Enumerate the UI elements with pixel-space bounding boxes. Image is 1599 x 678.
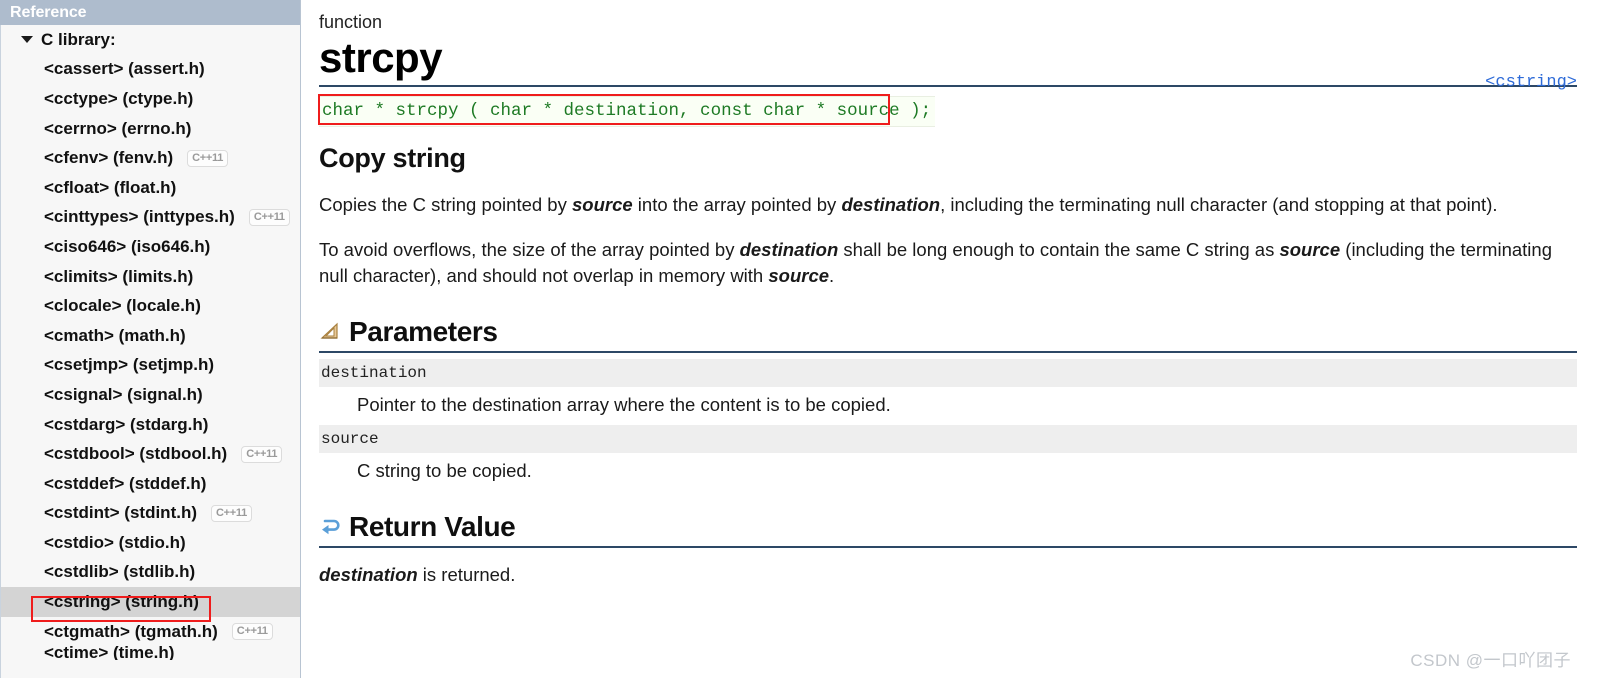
parameters-section-header: Parameters bbox=[319, 316, 1577, 353]
return-value-section-header: Return Value bbox=[319, 511, 1577, 548]
sidebar-item-csignal-signal-h[interactable]: <csignal> (signal.h) bbox=[1, 380, 300, 410]
sidebar-item-label: <cstdlib> (stdlib.h) bbox=[44, 562, 196, 582]
cpp-version-badge: C++11 bbox=[248, 208, 290, 226]
sidebar-item-clocale-locale-h[interactable]: <clocale> (locale.h) bbox=[1, 291, 300, 321]
sidebar-item-cctype-ctype-h[interactable]: <cctype> (ctype.h) bbox=[1, 84, 300, 114]
sidebar-title: Reference bbox=[0, 0, 300, 25]
sidebar-item-cerrno-errno-h[interactable]: <cerrno> (errno.h) bbox=[1, 114, 300, 144]
sidebar-item-csetjmp-setjmp-h[interactable]: <csetjmp> (setjmp.h) bbox=[1, 351, 300, 381]
p2-param-source-1: source bbox=[1279, 239, 1341, 260]
return-param-destination: destination bbox=[319, 564, 418, 585]
page-title-block: strcpy <cstring> bbox=[319, 34, 1577, 92]
sidebar-item-cstdint-stdint-h[interactable]: <cstdint> (stdint.h) C++11 bbox=[1, 499, 300, 529]
sidebar-item-label: <cassert> (assert.h) bbox=[44, 59, 205, 79]
sidebar-item-cstdio-stdio-h[interactable]: <cstdio> (stdio.h) bbox=[1, 528, 300, 558]
sidebar-item-label: <cmath> (math.h) bbox=[44, 325, 186, 345]
sidebar-item-label: C library: bbox=[41, 29, 116, 49]
sidebar-item-label: <ctgmath> (tgmath.h) bbox=[44, 621, 218, 641]
sidebar-item-cinttypes-inttypes-h[interactable]: <cinttypes> (inttypes.h) C++11 bbox=[1, 203, 300, 233]
p1-text-2: into the array pointed by bbox=[632, 194, 842, 215]
sidebar-item-label: <climits> (limits.h) bbox=[44, 266, 194, 286]
sidebar-item-cassert-assert-h[interactable]: <cassert> (assert.h) bbox=[1, 55, 300, 85]
sidebar-item-label: <cstdint> (stdint.h) bbox=[44, 503, 197, 523]
p1-param-destination: destination bbox=[841, 194, 941, 215]
sidebar-item-label: <cctype> (ctype.h) bbox=[44, 88, 194, 108]
return-arrow-icon bbox=[319, 516, 341, 538]
p1-text-3: , including the terminating null charact… bbox=[940, 194, 1498, 215]
cpp-version-badge: C++11 bbox=[187, 149, 229, 167]
sidebar-item-ctime-time-h[interactable]: <ctime> (time.h) bbox=[1, 646, 300, 660]
header-link[interactable]: <cstring> bbox=[1485, 73, 1577, 92]
sidebar-item-label: <clocale> (locale.h) bbox=[44, 296, 201, 316]
parameters-heading: Parameters bbox=[349, 316, 498, 347]
watermark: CSDN @一口吖团子 bbox=[1410, 651, 1571, 670]
triangle-down-icon[interactable] bbox=[21, 36, 33, 44]
page-title: strcpy bbox=[319, 34, 443, 81]
sidebar-item-label: <csetjmp> (setjmp.h) bbox=[44, 355, 215, 375]
ruler-triangle-icon bbox=[319, 321, 341, 343]
sidebar-item-cstring-string-h[interactable]: <cstring> (string.h) bbox=[1, 587, 300, 617]
parameter-row-destination: destination Pointer to the destination a… bbox=[319, 359, 1577, 418]
p1-text-1: Copies the C string pointed by bbox=[319, 194, 572, 215]
sidebar-item-cstdarg-stdarg-h[interactable]: <cstdarg> (stdarg.h) bbox=[1, 410, 300, 440]
function-summary-title: Copy string bbox=[319, 143, 466, 173]
sidebar-item-label: <cinttypes> (inttypes.h) bbox=[44, 207, 235, 227]
p2-param-source-2: source bbox=[768, 265, 830, 286]
sidebar-item-cstdlib-stdlib-h[interactable]: <cstdlib> (stdlib.h) bbox=[1, 558, 300, 588]
sidebar-item-ciso646-iso646-h[interactable]: <ciso646> (iso646.h) bbox=[1, 232, 300, 262]
sidebar-item-label: <csignal> (signal.h) bbox=[44, 384, 203, 404]
return-text-rest: is returned. bbox=[417, 564, 516, 585]
signature-block: char * strcpy ( char * destination, cons… bbox=[318, 94, 1577, 127]
sidebar-item-c-library[interactable]: C library: bbox=[1, 25, 300, 55]
sidebar-item-label: <cfenv> (fenv.h) bbox=[44, 148, 174, 168]
sidebar-item-label: <cstddef> (stddef.h) bbox=[44, 473, 207, 493]
p2-param-destination: destination bbox=[739, 239, 839, 260]
parameter-description: Pointer to the destination array where t… bbox=[357, 394, 891, 415]
sidebar-item-cmath-math-h[interactable]: <cmath> (math.h) bbox=[1, 321, 300, 351]
sidebar-nav-list: C library: <cassert> (assert.h) <cctype> (… bbox=[0, 25, 300, 678]
parameter-name: source bbox=[319, 425, 1577, 453]
description-paragraph-1: Copies the C string pointed by source in… bbox=[319, 192, 1577, 218]
sidebar-item-label: <ctime> (time.h) bbox=[44, 646, 175, 661]
sidebar-item-label: <cstdarg> (stdarg.h) bbox=[44, 414, 209, 434]
return-value-text: destination is returned. bbox=[319, 562, 1577, 588]
description-paragraph-2: To avoid overflows, the size of the arra… bbox=[319, 237, 1577, 289]
page-root: Reference C library: <cassert> (assert.h)… bbox=[0, 0, 1599, 678]
sidebar-item-label: <cstring> (string.h) bbox=[44, 592, 199, 612]
sidebar-item-label: <ciso646> (iso646.h) bbox=[44, 236, 211, 256]
sidebar-item-label: <cstdbool> (stdbool.h) bbox=[44, 444, 228, 464]
sidebar-item-climits-limits-h[interactable]: <climits> (limits.h) bbox=[1, 262, 300, 292]
cpp-version-badge: C++11 bbox=[231, 623, 273, 641]
parameter-row-source: source C string to be copied. bbox=[319, 425, 1577, 484]
p1-param-source: source bbox=[571, 194, 633, 215]
p2-text-1: To avoid overflows, the size of the arra… bbox=[319, 239, 740, 260]
cpp-version-badge: C++11 bbox=[241, 445, 283, 463]
main-content: function strcpy <cstring> char * strcpy … bbox=[301, 0, 1599, 678]
sidebar-item-ctgmath-tgmath-h[interactable]: <ctgmath> (tgmath.h) C++11 bbox=[1, 617, 300, 647]
sidebar-item-cfenv-fenv-h[interactable]: <cfenv> (fenv.h) C++11 bbox=[1, 143, 300, 173]
cpp-version-badge: C++11 bbox=[211, 504, 252, 522]
sidebar-item-label: <cstdio> (stdio.h) bbox=[44, 532, 186, 552]
sidebar-item-cfloat-float-h[interactable]: <cfloat> (float.h) bbox=[1, 173, 300, 203]
parameter-name: destination bbox=[319, 359, 1577, 387]
sidebar-item-label: <cerrno> (errno.h) bbox=[44, 118, 192, 138]
p2-text-2: shall be long enough to contain the same… bbox=[838, 239, 1280, 260]
sidebar-item-cstddef-stddef-h[interactable]: <cstddef> (stddef.h) bbox=[1, 469, 300, 499]
function-signature: char * strcpy ( char * destination, cons… bbox=[319, 96, 936, 127]
sidebar-item-label: <cfloat> (float.h) bbox=[44, 177, 177, 197]
parameter-description: C string to be copied. bbox=[357, 460, 532, 481]
p2-text-4: . bbox=[829, 265, 835, 286]
sidebar-item-cstdbool-stdbool-h[interactable]: <cstdbool> (stdbool.h) C++11 bbox=[1, 439, 300, 469]
return-value-heading: Return Value bbox=[349, 511, 516, 542]
sidebar: Reference C library: <cassert> (assert.h)… bbox=[0, 0, 301, 678]
entity-kind-label: function bbox=[319, 12, 383, 32]
